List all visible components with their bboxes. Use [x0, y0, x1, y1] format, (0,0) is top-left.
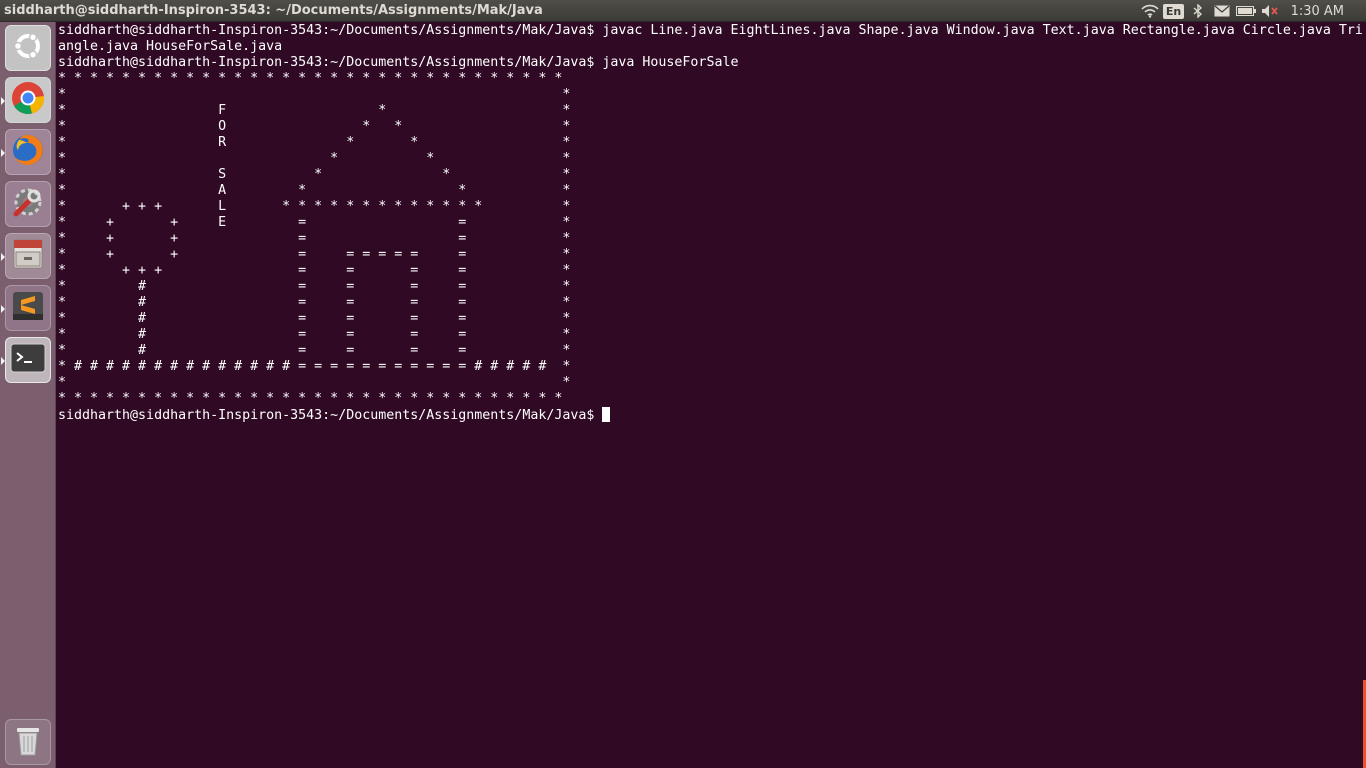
launcher-system-settings[interactable] — [5, 181, 51, 227]
art-line: * + + E = = * — [58, 215, 571, 230]
file-cabinet-icon — [10, 236, 46, 276]
art-line: * # = = = = * — [58, 311, 571, 326]
launcher-firefox[interactable] — [1, 129, 51, 175]
ubuntu-logo-icon — [11, 29, 45, 67]
terminal-icon — [10, 342, 46, 378]
art-line: * * * * — [58, 151, 571, 166]
art-line: * # = = = = * — [58, 279, 571, 294]
art-line: * + + + L * * * * * * * * * * * * * * — [58, 199, 571, 214]
art-line: * O * * * — [58, 119, 571, 134]
art-line: * * * * * * * * * * * * * * * * * * * * … — [58, 71, 563, 86]
battery-icon[interactable] — [1235, 0, 1257, 22]
indicator-area: En 1:30 AM — [1137, 0, 1366, 22]
text-cursor — [602, 407, 611, 422]
art-line: * # = = = = * — [58, 295, 571, 310]
launcher-google-chrome[interactable] — [1, 77, 51, 123]
art-line: * + + = = * — [58, 231, 571, 246]
launcher-ubuntu-dash[interactable] — [5, 25, 51, 71]
running-indicator — [1, 149, 5, 157]
art-line: * # = = = = * — [58, 327, 571, 342]
terminal-line: siddharth@siddharth-Inspiron-3543:~/Docu… — [58, 55, 739, 70]
sublime-text-icon — [10, 288, 46, 328]
house-for-sale-ascii-art: * * * * * * * * * * * * * * * * * * * * … — [58, 71, 1366, 407]
launcher-sublime-text[interactable] — [1, 285, 51, 331]
art-line: * A * * * — [58, 183, 571, 198]
shell-prompt-line[interactable]: siddharth@siddharth-Inspiron-3543:~/Docu… — [58, 407, 1366, 423]
settings-wrench-icon — [10, 184, 46, 224]
firefox-icon — [10, 132, 46, 172]
launcher-files[interactable] — [1, 233, 51, 279]
running-indicator — [1, 253, 5, 261]
keyboard-layout-indicator[interactable]: En — [1162, 0, 1185, 22]
launcher-trash[interactable] — [5, 719, 51, 765]
top-panel: siddharth@siddharth-Inspiron-3543: ~/Doc… — [0, 0, 1366, 22]
launcher — [0, 22, 56, 768]
clock[interactable]: 1:30 AM — [1291, 4, 1344, 19]
shell-prompt: siddharth@siddharth-Inspiron-3543:~/Docu… — [58, 408, 595, 423]
art-line: * F * * — [58, 103, 571, 118]
mail-icon[interactable] — [1211, 0, 1233, 22]
terminal-line: siddharth@siddharth-Inspiron-3543:~/Docu… — [58, 23, 1363, 38]
keyboard-layout-label: En — [1162, 3, 1185, 19]
running-indicator — [1, 357, 5, 365]
terminal-output[interactable]: siddharth@siddharth-Inspiron-3543:~/Docu… — [58, 22, 1366, 768]
chrome-icon — [10, 80, 46, 120]
art-line: * R * * * — [58, 135, 571, 150]
art-line: * S * * * — [58, 167, 571, 182]
art-line: * * * * * * * * * * * * * * * * * * * * … — [58, 391, 563, 406]
window-title: siddharth@siddharth-Inspiron-3543: ~/Doc… — [4, 3, 543, 18]
wifi-icon[interactable] — [1139, 0, 1161, 22]
bluetooth-icon[interactable] — [1187, 0, 1209, 22]
art-line: * * — [58, 375, 571, 390]
art-line: * + + + = = = = * — [58, 263, 571, 278]
running-indicator — [1, 305, 5, 313]
running-indicator — [1, 97, 5, 105]
art-line: * + + = = = = = = = * — [58, 247, 571, 262]
volume-muted-icon[interactable] — [1259, 0, 1281, 22]
art-line: * * — [58, 87, 571, 102]
terminal-line: angle.java HouseForSale.java — [58, 39, 283, 54]
launcher-terminal[interactable] — [1, 337, 51, 383]
art-line: * # # # # # # # # # # # # # # = = = = = … — [58, 359, 571, 374]
art-line: * # = = = = * — [58, 343, 571, 358]
trash-icon — [12, 722, 44, 762]
